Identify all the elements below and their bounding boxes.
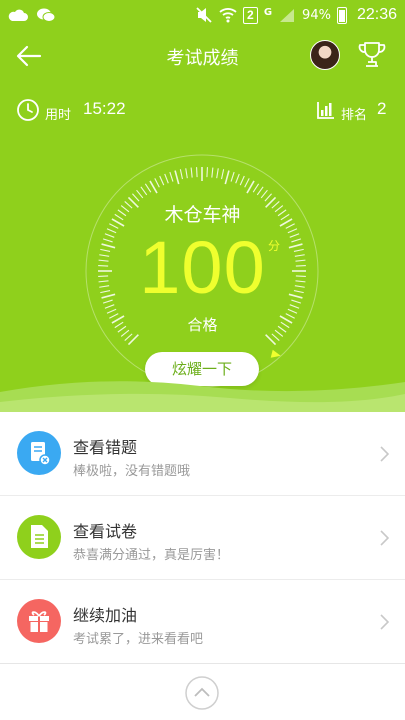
- gauge-tick: [174, 170, 180, 185]
- gauge-tick: [224, 170, 230, 185]
- bottom-bar: [0, 663, 405, 720]
- stats-row: 用时 15:22 排名 2: [0, 96, 405, 124]
- chevron-right-icon: [380, 530, 389, 546]
- avatar[interactable]: [310, 40, 340, 70]
- gauge-tick: [136, 189, 144, 199]
- rank-label: 排名: [341, 108, 368, 123]
- gauge-tick: [159, 175, 165, 186]
- wechat-icon: [37, 8, 56, 22]
- mute-icon: [196, 7, 212, 23]
- gauge-tick: [239, 175, 245, 186]
- gauge-tick: [154, 178, 160, 188]
- gauge-tick: [216, 168, 219, 179]
- gauge-tick: [246, 180, 255, 194]
- gauge-tick: [260, 189, 268, 199]
- wave-decoration: [0, 381, 405, 412]
- list-item-wrong-questions[interactable]: 查看错题 棒极啦，没有错题哦: [0, 412, 405, 496]
- gift-icon: [17, 599, 61, 643]
- list-item-title: 查看错题: [73, 438, 138, 457]
- signal-icon: [280, 9, 295, 22]
- clock-icon: [17, 99, 39, 121]
- list-item-subtitle: 恭喜满分通过，真是厉害！: [73, 548, 230, 563]
- gauge-tick: [149, 180, 158, 194]
- gauge-tick: [179, 169, 183, 180]
- list-item-exam-paper[interactable]: 查看试卷 恭喜满分通过，真是厉害！: [0, 496, 405, 580]
- score-value: 100: [139, 226, 266, 309]
- pass-status: 合格: [187, 316, 218, 334]
- gauge-tick: [235, 173, 240, 184]
- gauge-tick: [244, 178, 250, 188]
- weather-icon: [8, 9, 28, 21]
- gauge-tick: [164, 173, 169, 184]
- list-item-keep-going[interactable]: 继续加油 考试累了，进来看看吧: [0, 580, 405, 664]
- rank-chart-icon: [317, 102, 334, 119]
- battery-icon: [336, 6, 347, 24]
- battery-percent: 94%: [302, 7, 331, 23]
- action-list: 查看错题 棒极啦，没有错题哦 查看试卷 恭喜满分通过，真是厉害！ 继续加油 考试…: [0, 412, 405, 664]
- score-unit: 分: [268, 239, 281, 253]
- time-used-label: 用时: [45, 108, 72, 123]
- chevron-right-icon: [380, 446, 389, 462]
- gauge-tick: [144, 183, 152, 193]
- gauge-tick: [169, 171, 174, 182]
- result-header: 考试成绩 用时 15:22 排名 2 木仓车神 100 分 合格 炫耀一下: [0, 30, 405, 412]
- gauge-tick: [185, 168, 188, 179]
- gauge-tick: [211, 167, 214, 178]
- exam-paper-icon: [17, 515, 61, 559]
- nickname: 木仓车神: [164, 204, 241, 226]
- gauge-pointer: [270, 349, 281, 358]
- chevron-right-icon: [380, 614, 389, 630]
- gauge-tick: [230, 171, 235, 182]
- trophy-icon[interactable]: [357, 40, 387, 70]
- time-used-value: 15:22: [83, 99, 126, 118]
- status-bar: 2 G 94% 22:36: [0, 0, 405, 30]
- list-item-subtitle: 棒极啦，没有错题哦: [73, 464, 191, 479]
- network-type-label: G: [263, 6, 273, 18]
- gauge-tick: [252, 183, 260, 193]
- gauge-tick: [196, 167, 198, 178]
- sim-badge: 2: [242, 6, 258, 24]
- list-item-subtitle: 考试累了，进来看看吧: [73, 632, 204, 647]
- gauge-tick: [190, 167, 193, 178]
- gauge-tick: [140, 186, 148, 196]
- chevron-up-icon[interactable]: [185, 676, 219, 710]
- wifi-icon: [219, 8, 237, 23]
- gauge-tick: [206, 167, 208, 178]
- rank-value: 2: [377, 99, 387, 118]
- gauge-tick: [256, 186, 264, 196]
- list-item-title: 查看试卷: [73, 522, 138, 541]
- page-title: 考试成绩: [166, 48, 239, 69]
- gauge-tick: [221, 169, 225, 180]
- clock-time: 22:36: [356, 6, 397, 23]
- list-item-title: 继续加油: [73, 606, 138, 625]
- wrong-questions-icon: [17, 431, 61, 475]
